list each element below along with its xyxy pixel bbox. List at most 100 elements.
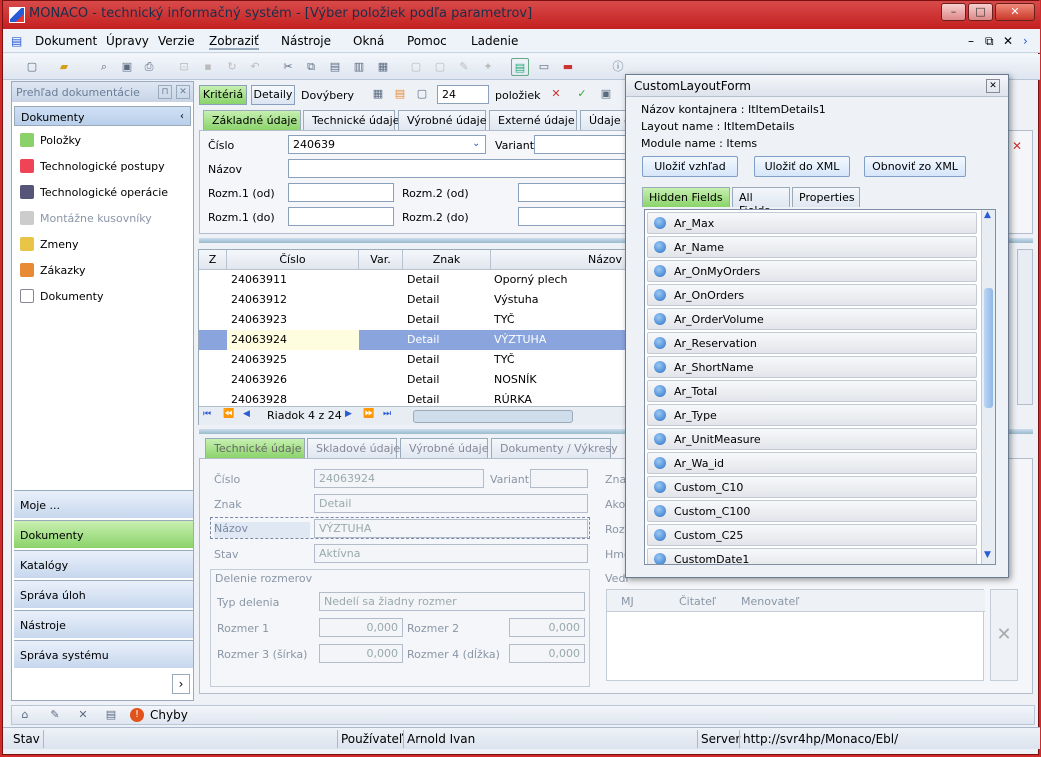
field-item[interactable]: Ar_UnitMeasure — [647, 428, 977, 450]
tab-detail-technicke[interactable]: Technické údaje — [205, 438, 305, 458]
nav-sprava-systemu[interactable]: Správa systému — [14, 640, 193, 668]
table-row[interactable]: 24063911 Detail Oporný plech — [199, 270, 629, 290]
save-xml-button[interactable]: Uložiť do XML — [754, 156, 850, 177]
nav-nastroje[interactable]: Nástroje — [14, 610, 193, 638]
wand-icon[interactable]: ✦ — [479, 58, 497, 76]
list-icon[interactable]: ▤ — [102, 706, 120, 724]
layout-icon[interactable]: ▤ — [511, 58, 529, 76]
tools-icon[interactable]: ✎ — [455, 58, 473, 76]
dovybery-label[interactable]: Dovýbery — [301, 89, 354, 102]
lock-icon[interactable]: ⊡ — [175, 58, 193, 76]
field-item[interactable]: Ar_OnOrders — [647, 284, 977, 306]
tab-externe-udaje[interactable]: Externé údaje — [489, 110, 577, 130]
field-item[interactable]: Ar_Total — [647, 380, 977, 402]
table-row[interactable]: 24063923 Detail TYČ — [199, 310, 629, 330]
field-item[interactable]: Ar_Name — [647, 236, 977, 258]
tab-detail-dokumenty[interactable]: Dokumenty / Výkresy — [491, 438, 618, 458]
nav-item-zakazky[interactable]: Zákazky — [20, 262, 85, 280]
copy-icon[interactable]: ⧉ — [302, 58, 320, 76]
col-var[interactable]: Var. — [359, 250, 403, 270]
prev-page-icon[interactable]: ⏪ — [223, 409, 234, 419]
col-nazov[interactable]: Názov — [491, 250, 629, 270]
paste-icon[interactable]: ▤ — [326, 58, 344, 76]
nav-item-kusovniky[interactable]: Montážne kusovníky — [20, 210, 152, 228]
nav-item-dokumenty[interactable]: Dokumenty — [20, 288, 103, 306]
home-icon[interactable]: ⌂ — [16, 706, 34, 724]
menu-okna[interactable]: Okná — [353, 34, 384, 48]
field-item[interactable]: CustomDate1 — [647, 548, 977, 564]
field-item[interactable]: Ar_Max — [647, 212, 977, 234]
dialog-close-icon[interactable]: ✕ — [986, 79, 1000, 93]
r3-input[interactable]: 0,000 — [319, 644, 403, 663]
horizontal-scrollbar[interactable] — [413, 410, 573, 423]
variant-input[interactable] — [534, 135, 634, 154]
col-cislo[interactable]: Číslo — [227, 250, 359, 270]
first-page-icon[interactable]: ⏮ — [203, 409, 211, 419]
detail-nazov-input[interactable]: VÝZTUHA — [314, 519, 588, 538]
tasks-icon[interactable]: ✎ — [46, 706, 64, 724]
close-button[interactable]: ✕ — [995, 3, 1035, 21]
clipboard-icon[interactable]: ▦ — [374, 58, 392, 76]
menu-zobrazit[interactable]: Zobraziť — [209, 34, 259, 50]
tab-detail-skladove[interactable]: Skladové údaje — [307, 438, 400, 458]
open-folder-icon[interactable]: ▰ — [55, 58, 73, 76]
detail-variant-input[interactable] — [530, 469, 588, 488]
nav-item-zmeny[interactable]: Zmeny — [20, 236, 79, 254]
rozm1do-input[interactable] — [288, 207, 394, 226]
field-item[interactable]: Ar_Type — [647, 404, 977, 426]
print-icon[interactable]: ⎙ — [140, 58, 158, 76]
tab-zakladne-udaje[interactable]: Základné údaje — [203, 110, 301, 130]
count-input[interactable]: 24 — [437, 85, 489, 104]
tab-udaje-o[interactable]: Údaje o — [580, 110, 631, 130]
undo-icon[interactable]: ↶ — [246, 58, 264, 76]
grid-icon[interactable]: ▦ — [369, 85, 387, 103]
tab-all-fields[interactable]: All Fields — [732, 187, 790, 217]
field-item[interactable]: Custom_C25 — [647, 524, 977, 546]
delete-icon[interactable]: ✕ — [990, 589, 1018, 681]
menu-ladenie[interactable]: Ladenie — [471, 34, 518, 48]
table-row-selected[interactable]: 24063924 Detail VÝZTUHA — [199, 330, 629, 350]
scroll-down-icon[interactable]: ▼ — [984, 550, 991, 560]
next-page-icon[interactable]: ⏩ — [363, 409, 374, 419]
paste-special-icon[interactable]: ▥ — [350, 58, 368, 76]
field-item[interactable]: Ar_Reservation — [647, 332, 977, 354]
ved-col-menovatel[interactable]: Menovateľ — [741, 595, 799, 608]
nav-item-polozky[interactable]: Položky — [20, 132, 81, 150]
panel-close-icon[interactable]: ✕ — [176, 85, 190, 99]
col-znak[interactable]: Znak — [403, 250, 491, 270]
mdi-close-icon[interactable]: ✕ — [1003, 34, 1013, 48]
tab-vyrobne-udaje[interactable]: Výrobné údaje — [398, 110, 487, 130]
filter-clear-icon[interactable]: ✕ — [547, 85, 565, 103]
window-icon[interactable]: ▭ — [535, 58, 553, 76]
menu-pomoc[interactable]: Pomoc — [407, 34, 447, 48]
scroll-thumb[interactable] — [984, 288, 993, 408]
typ-select[interactable]: Nedelí sa žiadny rozmer — [319, 592, 585, 611]
edit-doc-icon[interactable]: ▢ — [431, 58, 449, 76]
tab-detail-vyrobne[interactable]: Výrobné údaje — [400, 438, 489, 458]
page-icon[interactable]: ▢ — [413, 85, 431, 103]
ved-col-citatel[interactable]: Čitateľ — [679, 595, 716, 608]
tools-bottom-icon[interactable]: ✕ — [74, 706, 92, 724]
print-preview-icon[interactable]: ▣ — [118, 58, 136, 76]
tab-hidden-fields[interactable]: Hidden Fields — [642, 187, 730, 207]
table-row[interactable]: 24063912 Detail Výstuha — [199, 290, 629, 310]
r4-input[interactable]: 0,000 — [509, 644, 585, 663]
refresh-icon[interactable]: ↻ — [223, 58, 241, 76]
pin-icon[interactable]: ⊓ — [158, 85, 172, 99]
save-layout-button[interactable]: Uložiť vzhľad — [642, 156, 738, 177]
kriteria-button[interactable]: Kritériá — [199, 85, 247, 105]
nav-moje[interactable]: Moje ... — [14, 490, 193, 518]
table-row[interactable]: 24063926 Detail NOSNÍK — [199, 370, 629, 390]
detail-cislo-input[interactable]: 24063924 — [314, 469, 484, 488]
new-icon[interactable]: ▢ — [23, 58, 41, 76]
menu-upravy[interactable]: Úpravy — [106, 34, 149, 48]
chyby-label[interactable]: Chyby — [150, 708, 188, 722]
field-item[interactable]: Custom_C10 — [647, 476, 977, 498]
restore-xml-button[interactable]: Obnoviť zo XML — [864, 156, 966, 177]
maximize-button[interactable]: □ — [968, 3, 993, 21]
dropdown-chevron-icon[interactable]: ⌄ — [472, 138, 480, 149]
menu-nastroje[interactable]: Nástroje — [281, 34, 331, 48]
tab-technicke-udaje[interactable]: Technické údaje — [303, 110, 399, 130]
nazov-input[interactable] — [288, 159, 634, 178]
ved-col-mj[interactable]: MJ — [621, 595, 634, 608]
